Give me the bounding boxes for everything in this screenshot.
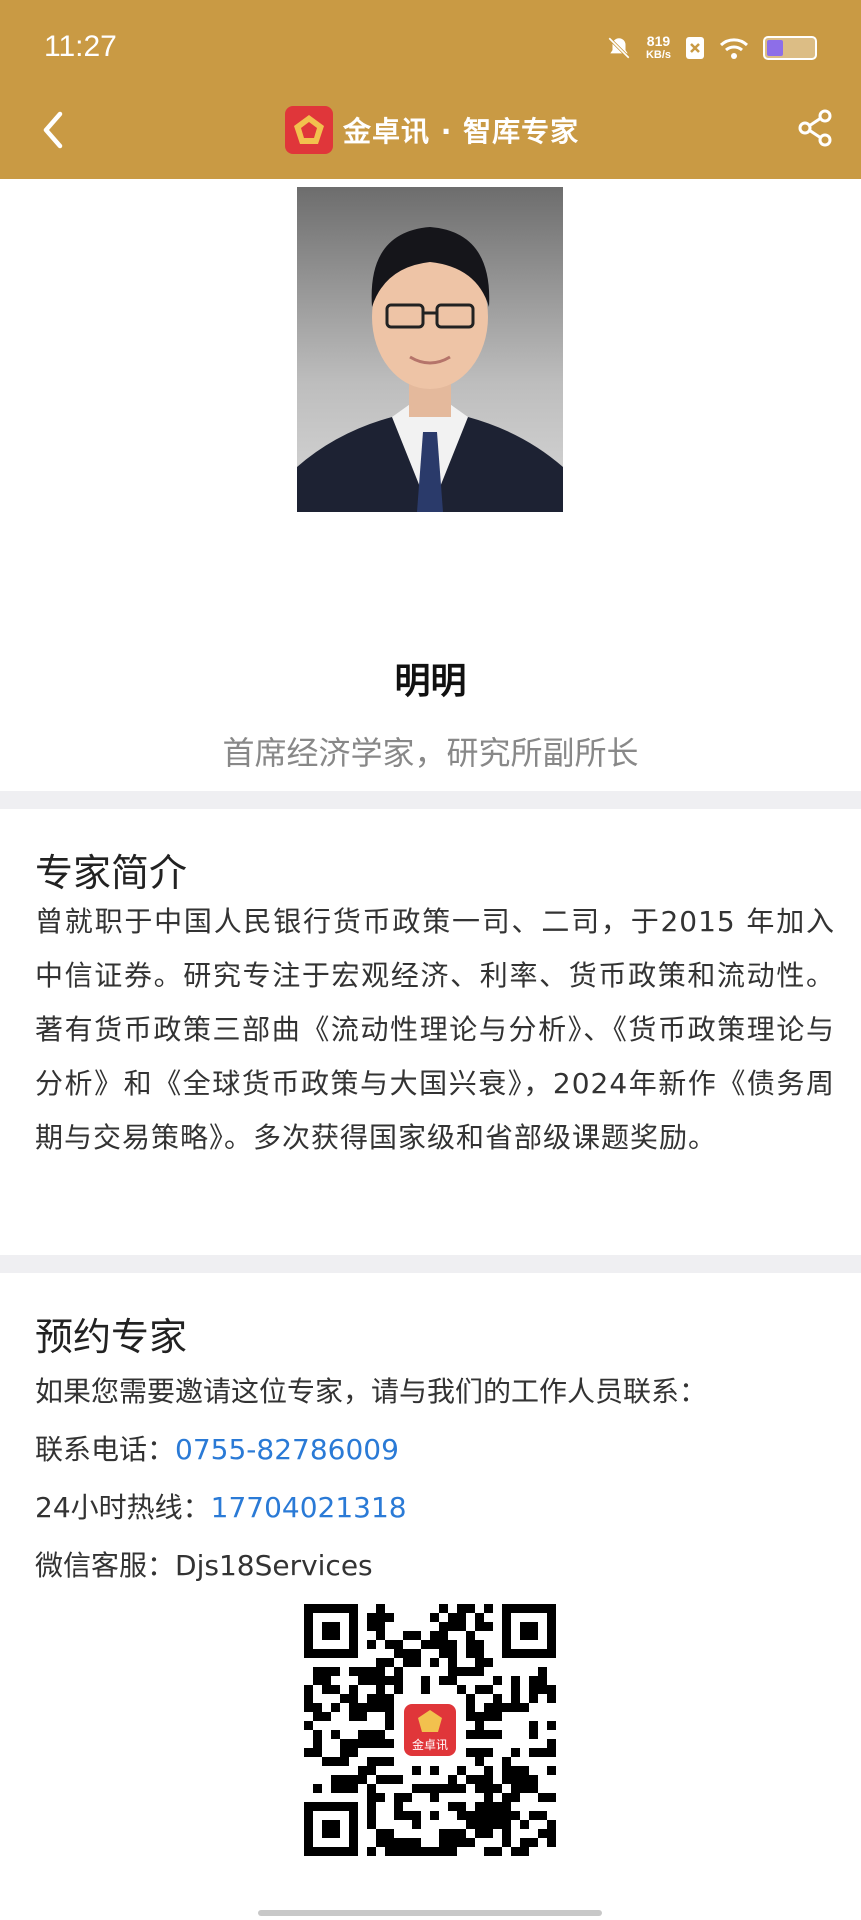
battery-icon <box>763 36 817 60</box>
intro-body: 曾就职于中国人民银行货币政策一司、二司，于2015 年加入中信证券。研究专注于宏… <box>35 905 835 1154</box>
nav-bar: 金卓讯 · 智库专家 <box>0 90 861 170</box>
phone-link[interactable]: 0755-82786009 <box>175 1433 399 1466</box>
network-speed-value: 819 <box>646 33 671 49</box>
nav-title: 金卓讯 · 智库专家 <box>343 115 580 148</box>
wechat-label: 微信客服： <box>35 1549 176 1582</box>
wechat-id: Djs18Services <box>175 1549 373 1582</box>
wechat-qr-code: 金卓讯 <box>304 1604 556 1856</box>
sim-disabled-icon <box>686 37 704 59</box>
section-divider <box>0 791 861 809</box>
hotline-row: 24小时热线：17704021318 <box>35 1486 407 1526</box>
wifi-icon <box>719 38 749 59</box>
expert-title: 首席经济学家，研究所副所长 <box>222 734 639 772</box>
booking-heading: 预约专家 <box>35 1315 188 1359</box>
network-speed-unit: KB/s <box>645 49 671 61</box>
back-arrow-icon[interactable] <box>34 108 74 152</box>
phone-label: 联系电话： <box>35 1433 176 1466</box>
share-icon[interactable] <box>795 106 835 150</box>
phone-row: 联系电话：0755-82786009 <box>35 1428 399 1468</box>
status-time: 11:27 <box>44 30 117 63</box>
app-header: 11:27 819 KB/s 金卓讯 · 智库专家 <box>0 0 861 179</box>
expert-name: 明明 <box>394 661 467 702</box>
qr-logo-text: 金卓讯 <box>412 1737 448 1752</box>
invite-text: 如果您需要邀请这位专家，请与我们的工作人员联系： <box>35 1375 708 1408</box>
status-icons: 819 KB/s <box>606 34 817 62</box>
hotline-link[interactable]: 17704021318 <box>211 1491 407 1524</box>
home-indicator[interactable] <box>258 1910 602 1916</box>
wechat-row: 微信客服：Djs18Services <box>35 1544 373 1584</box>
section-divider <box>0 1255 861 1273</box>
expert-photo <box>297 187 563 512</box>
network-speed: 819 KB/s <box>646 34 671 62</box>
intro-heading: 专家简介 <box>35 851 188 895</box>
app-logo-icon <box>285 106 333 154</box>
mute-bell-icon <box>608 37 630 59</box>
hotline-label: 24小时热线： <box>35 1491 211 1524</box>
nav-title-group: 金卓讯 · 智库专家 <box>285 106 579 154</box>
